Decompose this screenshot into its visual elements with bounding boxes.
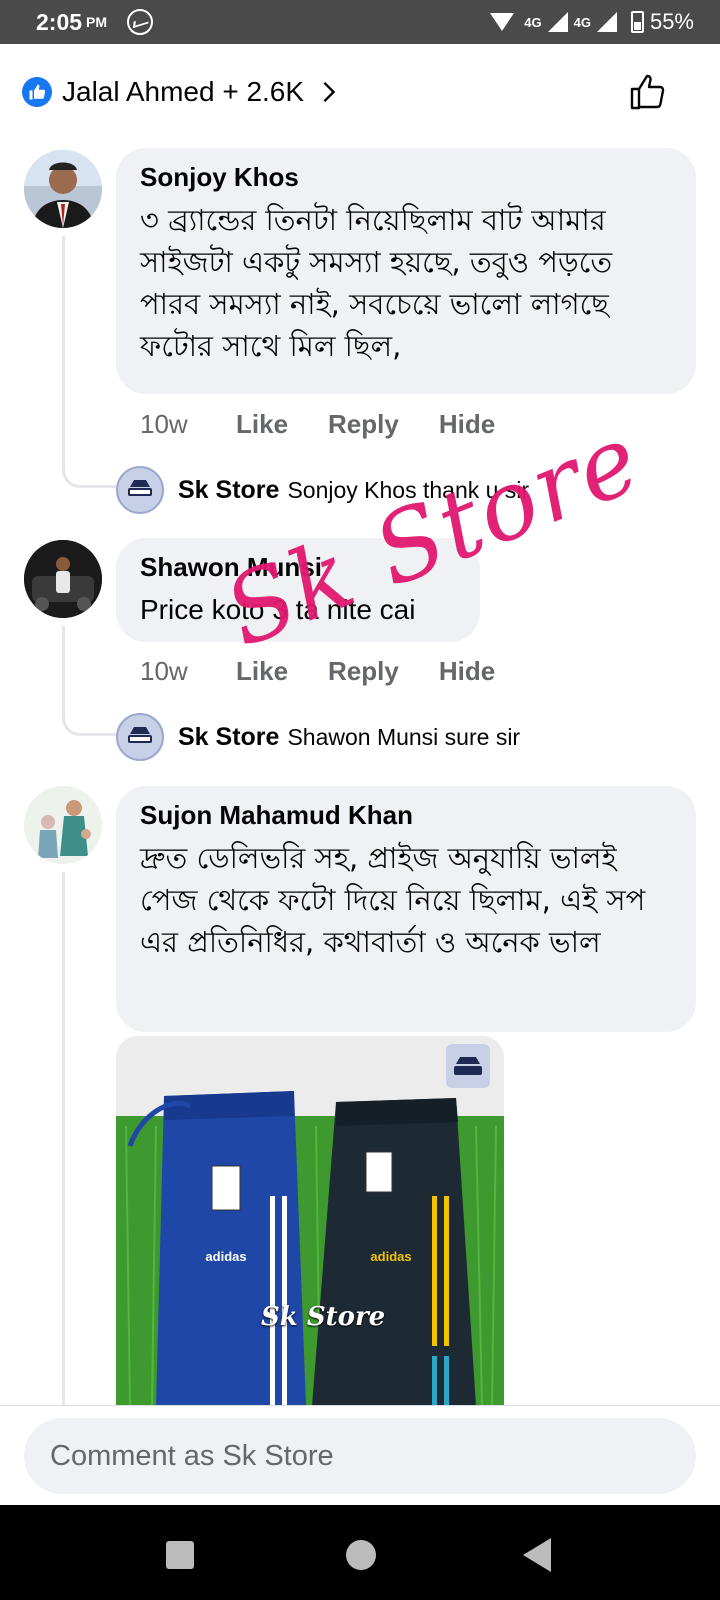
sk-store-avatar[interactable] (116, 713, 164, 761)
reply-link[interactable]: Reply (328, 409, 399, 440)
system-nav-bar (0, 1505, 720, 1600)
store-logo-icon (128, 480, 152, 496)
brand-label: adidas (370, 1249, 411, 1264)
comment-bubble[interactable]: Sonjoy Khos ৩ ব্র্যান্ডের তিনটা নিয়েছিল… (116, 148, 696, 394)
photo-watermark: Sk Store (261, 1302, 386, 1332)
network-label-2: 4G (573, 14, 591, 30)
chevron-right-icon[interactable] (318, 81, 340, 103)
back-icon[interactable] (523, 1538, 551, 1572)
battery-percent: 55% (649, 9, 694, 34)
reply-author[interactable]: Sk Store (178, 476, 279, 505)
comment-bubble[interactable]: Sujon Mahamud Khan দ্রুত ডেলিভরি সহ, প্র… (116, 786, 696, 1032)
like-reaction-icon (22, 77, 52, 107)
avatar[interactable] (24, 786, 102, 864)
status-ampm: PM (86, 14, 108, 30)
signal-icon (547, 12, 568, 32)
messenger-icon (127, 9, 154, 35)
comment-text: দ্রুত ডেলিভরি সহ, প্রাইজ অনুযায়ি ভালই প… (140, 841, 646, 959)
person-avatar-icon (24, 540, 102, 618)
hide-link[interactable]: Hide (439, 656, 495, 687)
sk-store-avatar[interactable] (116, 466, 164, 514)
status-right: 4G 4G 55% (490, 9, 694, 35)
comment-composer: Comment as Sk Store (0, 1405, 720, 1505)
status-bar: 2:05 PM 4G 4G 55% (0, 0, 720, 44)
comment-actions: 10w Like Reply Hide (140, 656, 535, 687)
reply-text: Shawon Munsi sure sir (287, 723, 521, 750)
reactors-summary[interactable]: Jalal Ahmed + 2.6K (62, 76, 304, 108)
signal-icon (596, 12, 617, 32)
network-label-1: 4G (524, 14, 542, 30)
person-avatar-icon (24, 786, 102, 864)
comment-photo[interactable]: adidas adidas Sk Store (116, 1036, 504, 1406)
avatar[interactable] (24, 150, 102, 228)
thread-line (62, 626, 116, 736)
thread-line (62, 236, 116, 488)
avatar[interactable] (24, 540, 102, 618)
person-avatar-icon (24, 150, 102, 228)
comment-text: ৩ ব্র্যান্ডের তিনটা নিয়েছিলাম বাট আমার … (140, 203, 613, 363)
brand-label: adidas (205, 1249, 246, 1264)
reply-author[interactable]: Sk Store (178, 723, 279, 752)
store-logo-icon (128, 727, 152, 743)
reply-item[interactable]: Sk Store Shawon Munsi sure sir (116, 713, 520, 761)
comment-author[interactable]: Sonjoy Khos (140, 162, 674, 193)
reactions-header[interactable]: Jalal Ahmed + 2.6K (0, 44, 720, 140)
comment-time: 10w (140, 409, 188, 439)
like-link[interactable]: Like (236, 409, 288, 440)
battery-icon (630, 11, 644, 33)
reply-link[interactable]: Reply (328, 656, 399, 687)
comment-input[interactable]: Comment as Sk Store (24, 1418, 696, 1494)
comment-author[interactable]: Sujon Mahamud Khan (140, 800, 674, 831)
like-button-icon[interactable] (628, 72, 668, 112)
wifi-icon (490, 13, 515, 31)
track-pants-image: adidas adidas (116, 1036, 504, 1406)
hide-link[interactable]: Hide (439, 409, 495, 440)
thread-line (62, 872, 65, 1405)
comment-time: 10w (140, 656, 188, 686)
recents-icon[interactable] (166, 1541, 194, 1569)
comment-actions: 10w Like Reply Hide (140, 409, 535, 440)
status-time: 2:05 (36, 8, 83, 35)
home-icon[interactable] (346, 1540, 376, 1570)
